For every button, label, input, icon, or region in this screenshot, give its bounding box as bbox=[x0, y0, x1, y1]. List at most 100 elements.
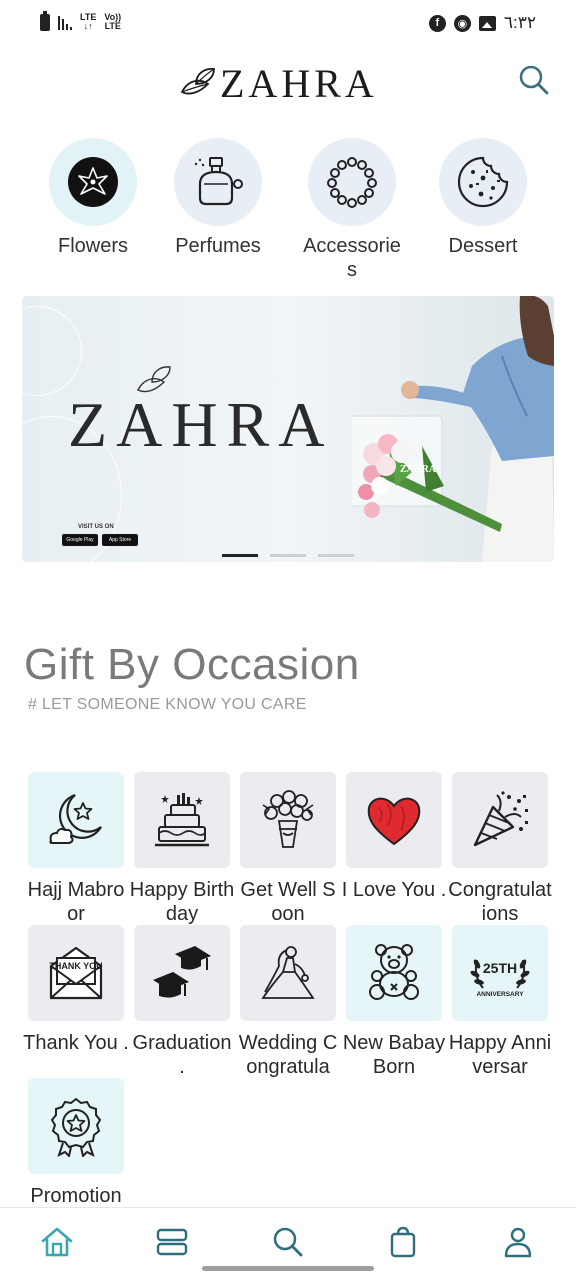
cookie-icon bbox=[457, 156, 509, 208]
banner-model-image: ZAHRA bbox=[352, 296, 554, 562]
occasion-tile bbox=[452, 772, 548, 868]
occasion-label: Wedding Congratula bbox=[238, 1032, 338, 1078]
occasion-thank-you[interactable]: THANK YOU Thank You . bbox=[23, 925, 129, 1055]
occasion-get-well-soon[interactable]: Get Well Soon bbox=[235, 772, 341, 926]
category-flowers[interactable]: Flowers bbox=[38, 138, 148, 258]
teddy-bear-icon bbox=[369, 944, 419, 1000]
network-indicator: LTE ↓↑ bbox=[80, 13, 96, 31]
occasion-hajj-mabroor[interactable]: Hajj Mabroor bbox=[23, 772, 129, 926]
brand-name: ZAHRA bbox=[220, 61, 378, 106]
promo-banner[interactable]: ZAHRA VISIT US ON Google Play App Store bbox=[22, 296, 554, 562]
category-circle bbox=[308, 138, 396, 226]
occasion-tile bbox=[346, 925, 442, 1021]
battery-icon bbox=[40, 10, 50, 31]
nav-categories[interactable] bbox=[152, 1222, 192, 1262]
nav-cart[interactable] bbox=[383, 1222, 423, 1262]
occasion-label: Graduation . bbox=[132, 1032, 232, 1078]
category-label: Perfumes bbox=[175, 235, 261, 257]
category-circle bbox=[174, 138, 262, 226]
occasion-tile bbox=[134, 772, 230, 868]
occasion-graduation[interactable]: Graduation . bbox=[129, 925, 235, 1079]
birthday-cake-icon bbox=[155, 793, 209, 847]
occasion-new-baby-born[interactable]: New Babay Born bbox=[341, 925, 447, 1079]
category-circle bbox=[439, 138, 527, 226]
app-store-badge[interactable]: App Store bbox=[102, 534, 138, 546]
category-label: Dessert bbox=[448, 235, 518, 257]
header-search-button[interactable] bbox=[516, 62, 552, 98]
bride-icon bbox=[261, 946, 315, 999]
occasion-label: New Babay Born bbox=[342, 1032, 446, 1078]
carousel-indicator bbox=[222, 554, 354, 557]
perfume-icon bbox=[194, 157, 243, 206]
thank-you-card-icon: THANK YOU bbox=[49, 946, 103, 1000]
google-play-badge[interactable]: Google Play bbox=[62, 534, 98, 546]
occasion-wedding-congratulations[interactable]: Wedding Congratula bbox=[235, 925, 341, 1079]
status-left: LTE ↓↑ Vo)) LTE bbox=[40, 10, 121, 31]
leaf-logo-icon bbox=[180, 67, 215, 94]
soccer-icon: ◉ bbox=[453, 14, 471, 32]
category-label: Flowers bbox=[57, 235, 128, 257]
profile-icon bbox=[504, 1227, 532, 1258]
necklace-icon bbox=[327, 157, 377, 208]
occasion-i-love-you[interactable]: I Love You . bbox=[341, 772, 447, 902]
occasion-tile bbox=[240, 925, 336, 1021]
occasion-tile bbox=[240, 772, 336, 868]
occasion-label: Promotion bbox=[30, 1185, 122, 1207]
occasion-congratulations[interactable]: Congratulations bbox=[447, 772, 553, 926]
volte-indicator: Vo)) LTE bbox=[104, 13, 121, 31]
carousel-dot-active[interactable] bbox=[222, 554, 258, 557]
nav-search[interactable] bbox=[268, 1222, 308, 1262]
category-dessert[interactable]: Dessert bbox=[428, 138, 538, 258]
facebook-icon: f bbox=[428, 14, 446, 32]
occasion-label: I Love You . bbox=[341, 879, 447, 901]
app-header: ZAHRA bbox=[0, 50, 576, 114]
occasion-label: Hajj Mabroor bbox=[27, 879, 125, 925]
occasion-tile bbox=[28, 1078, 124, 1174]
occasion-label: Happy Birthday bbox=[129, 879, 235, 925]
home-icon bbox=[41, 1227, 73, 1257]
category-accessories[interactable]: Accessories bbox=[297, 138, 407, 282]
anniversary-wreath-icon: 25TH ANNIVERSARY bbox=[470, 959, 530, 998]
gallery-icon bbox=[478, 15, 496, 31]
network-arrows-icon: ↓↑ bbox=[83, 21, 93, 31]
occasion-label: Congratulations bbox=[448, 879, 552, 925]
category-perfumes[interactable]: Perfumes bbox=[163, 138, 273, 258]
status-right: f ◉ ٦:٣٢ bbox=[428, 13, 536, 33]
search-icon bbox=[273, 1227, 303, 1257]
signal-icon bbox=[58, 14, 72, 30]
occasion-happy-birthday[interactable]: Happy Birthday bbox=[129, 772, 235, 926]
flower-icon bbox=[68, 157, 118, 207]
nav-home[interactable] bbox=[37, 1222, 77, 1262]
carousel-dot[interactable] bbox=[318, 554, 354, 557]
bouquet-icon bbox=[262, 790, 314, 848]
occasion-happy-anniversary[interactable]: 25TH ANNIVERSARY Happy Anniversar bbox=[447, 925, 553, 1079]
status-time: ٦:٣٢ bbox=[503, 13, 536, 32]
occasion-tile: 25TH ANNIVERSARY bbox=[452, 925, 548, 1021]
bouquet-tag-text: ZAHRA bbox=[400, 464, 437, 475]
shopping-bag-icon bbox=[390, 1226, 416, 1258]
section-title: Gift By Occasion bbox=[24, 640, 360, 689]
banner-decoration bbox=[22, 306, 82, 396]
volte-lte-label: LTE bbox=[104, 21, 121, 31]
occasion-tile: THANK YOU bbox=[28, 925, 124, 1021]
occasion-label: Thank You . bbox=[23, 1032, 129, 1054]
nav-profile[interactable] bbox=[498, 1222, 538, 1262]
crescent-star-icon bbox=[49, 793, 102, 844]
occasion-label: Get Well Soon bbox=[240, 879, 336, 925]
banner-visit-text: VISIT US ON bbox=[78, 524, 114, 530]
home-indicator[interactable] bbox=[202, 1266, 374, 1271]
banner-brand-text: ZAHRA bbox=[68, 389, 334, 460]
category-circle bbox=[49, 138, 137, 226]
occasion-label: Happy Anniversar bbox=[448, 1032, 552, 1078]
brand-logo[interactable]: ZAHRA bbox=[178, 60, 378, 107]
carousel-dot[interactable] bbox=[270, 554, 306, 557]
categories-icon bbox=[156, 1228, 188, 1256]
anniversary-number-text: 25TH bbox=[483, 960, 517, 976]
graduation-cap-icon bbox=[153, 946, 211, 998]
search-icon bbox=[519, 65, 549, 95]
occasion-tile bbox=[134, 925, 230, 1021]
section-subtitle: # LET SOMEONE KNOW YOU CARE bbox=[28, 696, 307, 713]
award-badge-icon bbox=[50, 1097, 102, 1157]
status-bar: LTE ↓↑ Vo)) LTE f ◉ ٦:٣٢ bbox=[0, 0, 576, 48]
occasion-promotion[interactable]: Promotion bbox=[23, 1078, 129, 1208]
